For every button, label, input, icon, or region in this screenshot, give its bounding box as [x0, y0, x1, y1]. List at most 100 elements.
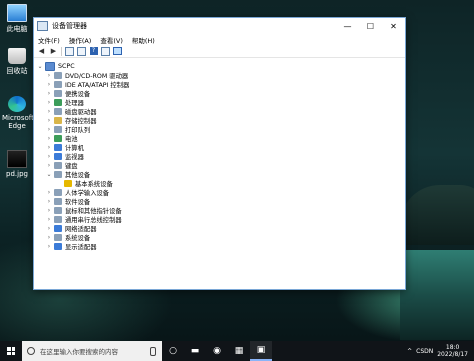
expand-icon[interactable]: ›: [46, 234, 52, 241]
scan-hardware-button[interactable]: [113, 47, 122, 56]
back-arrow-icon[interactable]: ◀: [37, 47, 46, 56]
collapse-icon[interactable]: ⌄: [37, 63, 43, 70]
properties-icon: [77, 46, 86, 56]
clock-date: 2022/8/17: [437, 351, 468, 358]
desktop-icon-label: 回收站: [6, 67, 28, 75]
network-adapter-icon: [54, 225, 62, 232]
expand-icon[interactable]: ›: [46, 198, 52, 205]
window-controls: — ☐ ✕: [336, 18, 405, 34]
expand-icon[interactable]: ›: [46, 144, 52, 151]
search-icon: [27, 347, 35, 355]
tree-root[interactable]: ⌄ SCPC: [37, 62, 75, 71]
forward-arrow-icon[interactable]: ▶: [49, 47, 58, 56]
monitor-icon: [54, 153, 62, 160]
tree-item-software-devices[interactable]: › 软件设备: [46, 197, 90, 206]
expand-icon[interactable]: ›: [46, 207, 52, 214]
expand-icon[interactable]: ›: [46, 225, 52, 232]
expand-icon[interactable]: ›: [46, 90, 52, 97]
monitor-icon: [113, 47, 122, 55]
tree-item-base-system-device[interactable]: 基本系统设备: [56, 179, 113, 188]
tree-item-monitor[interactable]: › 监视器: [46, 152, 84, 161]
tree-item-label: 便携设备: [65, 91, 91, 98]
desktop-icon-this-pc[interactable]: 此电脑: [2, 4, 32, 34]
expand-icon[interactable]: ›: [46, 216, 52, 223]
desktop-icon-pd-jpg[interactable]: pd.jpg: [2, 150, 32, 178]
expand-icon[interactable]: ›: [46, 126, 52, 133]
expand-icon[interactable]: ›: [46, 117, 52, 124]
menu-view[interactable]: 查看(V): [100, 35, 123, 45]
expand-icon[interactable]: ›: [46, 108, 52, 115]
processor-icon: [54, 99, 62, 106]
tree-item-label: DVD/CD-ROM 驱动器: [65, 73, 129, 80]
edge-taskbar-icon[interactable]: ◉: [206, 341, 228, 361]
toolbar-divider: [61, 46, 62, 56]
tree-item-label: 显示适配器: [65, 244, 97, 251]
tree-item-disk[interactable]: › 磁盘驱动器: [46, 107, 96, 116]
keyboard-icon: [54, 162, 62, 169]
view-button[interactable]: [101, 46, 110, 56]
menu-help[interactable]: 帮助(H): [132, 35, 155, 45]
expand-icon[interactable]: ›: [46, 72, 52, 79]
device-tree: ⌄ SCPC › DVD/CD-ROM 驱动器 › IDE ATA/ATAPI …: [34, 59, 405, 289]
menu-action[interactable]: 操作(A): [69, 35, 92, 45]
expand-icon[interactable]: ›: [46, 189, 52, 196]
tree-item-computer[interactable]: › 计算机: [46, 143, 84, 152]
start-button[interactable]: [0, 341, 22, 361]
tree-item-network[interactable]: › 网络适配器: [46, 224, 96, 233]
taskbar-search[interactable]: 在这里输入你要搜索的内容: [22, 341, 162, 361]
task-view-button[interactable]: ○: [162, 341, 184, 361]
tree-item-keyboard[interactable]: › 键盘: [46, 161, 78, 170]
tree-item-usb[interactable]: › 通用串行总线控制器: [46, 215, 122, 224]
tree-item-label: 计算机: [65, 145, 84, 152]
tree-item-processor[interactable]: › 处理器: [46, 98, 84, 107]
microphone-icon[interactable]: [150, 346, 156, 356]
expand-icon[interactable]: ›: [46, 243, 52, 250]
expand-icon[interactable]: ›: [46, 135, 52, 142]
tree-item-ide[interactable]: › IDE ATA/ATAPI 控制器: [46, 80, 129, 89]
tree-item-portable[interactable]: › 便携设备: [46, 89, 90, 98]
close-button[interactable]: ✕: [382, 18, 405, 34]
show-hide-tree-button[interactable]: [65, 46, 74, 56]
other-devices-icon: [54, 171, 62, 178]
computer-icon: [45, 62, 55, 71]
desktop-icon-recycle-bin[interactable]: 回收站: [2, 48, 32, 76]
expand-icon[interactable]: ›: [46, 99, 52, 106]
collapse-icon[interactable]: ⌄: [46, 171, 52, 178]
clock-time: 18:0: [445, 344, 460, 351]
chevron-up-icon[interactable]: ^: [407, 348, 412, 355]
help-button[interactable]: ?: [89, 47, 98, 56]
expand-icon[interactable]: ›: [46, 81, 52, 88]
maximize-button[interactable]: ☐: [359, 18, 382, 34]
tree-item-label: 人体学输入设备: [65, 190, 110, 197]
store-icon[interactable]: ▦: [228, 341, 250, 361]
tree-item-print-queue[interactable]: › 打印队列: [46, 125, 90, 134]
warning-device-icon: [64, 180, 72, 187]
file-explorer-icon[interactable]: ▬: [184, 341, 206, 361]
device-manager-taskbar-icon[interactable]: ▣: [250, 341, 272, 361]
disk-drive-icon: [54, 108, 62, 115]
tree-item-battery[interactable]: › 电池: [46, 134, 78, 143]
desktop-icon-edge[interactable]: Microsoft Edge: [2, 96, 34, 130]
minimize-button[interactable]: —: [336, 18, 359, 34]
clock[interactable]: 18:0 2022/8/17: [437, 344, 468, 358]
toolbar: ◀ ▶ ?: [34, 45, 405, 58]
computer-icon: [54, 144, 62, 151]
title-bar[interactable]: 设备管理器 — ☐ ✕: [34, 18, 405, 34]
properties-button[interactable]: [77, 46, 86, 56]
tree-item-other-devices[interactable]: ⌄ 其他设备: [46, 170, 90, 179]
expand-icon[interactable]: ›: [46, 153, 52, 160]
usb-icon: [54, 216, 62, 223]
battery-icon: [54, 135, 62, 142]
tree-item-display[interactable]: › 显示适配器: [46, 242, 96, 251]
system-tray: ^ CSDN 18:0 2022/8/17: [403, 344, 474, 358]
tree-item-hid[interactable]: › 人体学输入设备: [46, 188, 109, 197]
tree-item-mouse[interactable]: › 鼠标和其他指针设备: [46, 206, 122, 215]
device-manager-window: 设备管理器 — ☐ ✕ 文件(F) 操作(A) 查看(V) 帮助(H) ◀ ▶ …: [33, 17, 406, 290]
menu-file[interactable]: 文件(F): [38, 35, 60, 45]
expand-icon[interactable]: ›: [46, 162, 52, 169]
tree-item-system-devices[interactable]: › 系统设备: [46, 233, 90, 242]
tree-item-dvd[interactable]: › DVD/CD-ROM 驱动器: [46, 71, 128, 80]
tree-item-label: 系统设备: [65, 235, 91, 242]
tree-item-storage[interactable]: › 存储控制器: [46, 116, 96, 125]
search-placeholder: 在这里输入你要搜索的内容: [40, 348, 118, 356]
